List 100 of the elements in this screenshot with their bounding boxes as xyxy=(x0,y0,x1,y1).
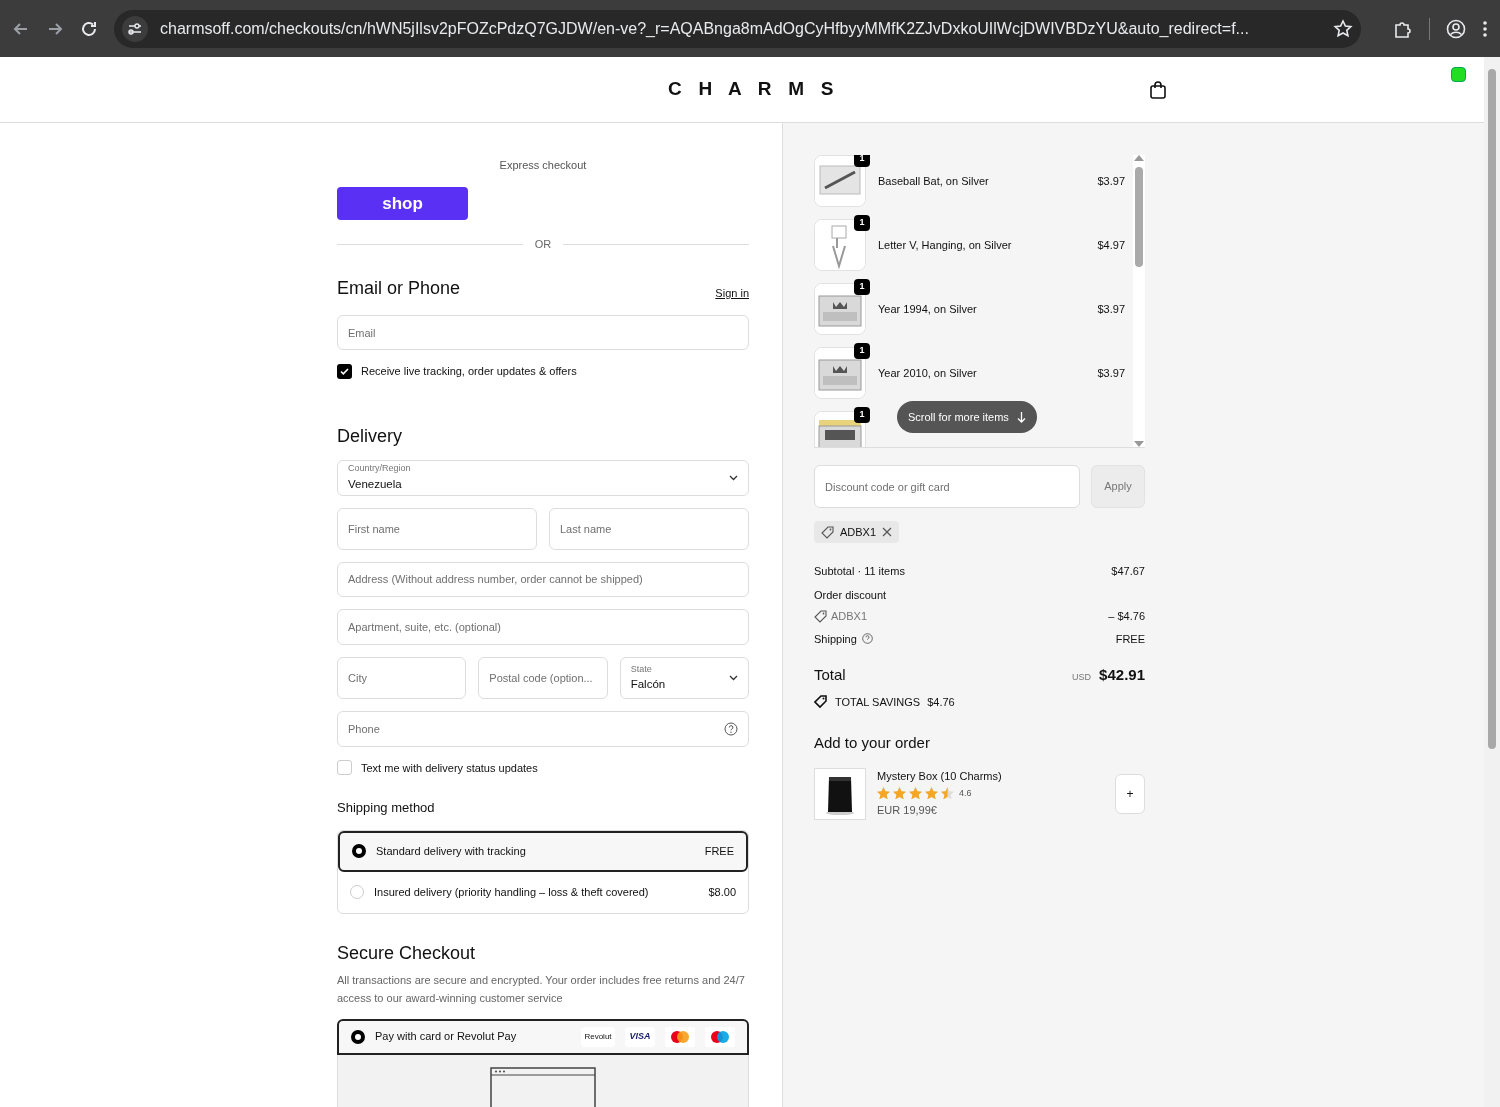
star-icon xyxy=(925,787,938,800)
tag-icon xyxy=(814,609,827,623)
text-field[interactable]: Address (Without address number, order cannot be shipped) xyxy=(337,561,749,598)
option-price: $8.00 xyxy=(708,884,736,900)
section-title: Secure Checkout xyxy=(337,941,477,965)
scroll-thumb[interactable] xyxy=(1488,69,1496,749)
sign-in-link[interactable]: Sign in xyxy=(715,285,749,302)
section-title: Delivery xyxy=(337,424,403,448)
checkmark-icon xyxy=(340,367,349,377)
field-label: State xyxy=(630,662,653,676)
select-field[interactable]: Country/Region Venezuela xyxy=(337,459,749,496)
apply-button[interactable]: Apply xyxy=(1091,465,1145,508)
option-label: Standard delivery with tracking xyxy=(376,843,527,859)
summary-value: FREE xyxy=(1115,631,1145,647)
address-bar[interactable]: charmsoff.com/checkouts/cn/hWN5jIlsv2pFOZcPdzQ7GJDW/en-ve?_r=AQABnga8mAdOgCyHfbyyMMfK2ZJvDxkoUIlWcjDWIVBDzYU&auto_redirect=f... xyxy=(114,9,1361,48)
text-field[interactable]: Last name xyxy=(549,507,749,550)
summary-label: Total xyxy=(814,665,846,685)
savings-label: TOTAL SAVINGS xyxy=(835,694,921,710)
select-field[interactable]: State Falcón xyxy=(619,656,749,699)
chevron-down-icon xyxy=(729,674,738,681)
help-icon xyxy=(724,721,738,736)
item-name: Year 1994, on Silver xyxy=(878,301,978,317)
site-info-icon xyxy=(122,15,148,42)
star-icon xyxy=(941,787,954,800)
tag-icon xyxy=(821,525,834,539)
scroll-thumb[interactable] xyxy=(1135,167,1143,267)
card-logo-icon xyxy=(665,1026,695,1047)
star-icon xyxy=(877,787,890,800)
text-field[interactable]: Phone xyxy=(337,710,749,747)
scrollbar[interactable] xyxy=(1133,155,1145,447)
scrollbar[interactable] xyxy=(1484,57,1500,1107)
profile-icon[interactable] xyxy=(1446,18,1466,39)
summary-label: Subtotal · 11 items xyxy=(814,564,905,579)
item-price: $3.97 xyxy=(1097,365,1125,381)
chevron-down-icon xyxy=(729,474,738,481)
arrow-down-icon xyxy=(1016,411,1026,423)
savings-value: $4.76 xyxy=(927,694,955,710)
item-name: Letter V, Hanging, on Silver xyxy=(878,237,1013,253)
shopping-bag-icon[interactable] xyxy=(1149,79,1168,100)
scroll-down-icon[interactable] xyxy=(1134,441,1144,447)
item-price: $4.97 xyxy=(1097,237,1125,253)
scroll-hint-button[interactable]: Scroll for more items xyxy=(897,401,1037,433)
divider-label: OR xyxy=(534,237,552,253)
checkbox[interactable] xyxy=(337,364,352,380)
text-field[interactable]: Postal code (option... xyxy=(478,656,608,699)
text-field[interactable]: First name xyxy=(337,507,537,550)
card-logo-icon xyxy=(705,1026,735,1047)
close-icon[interactable] xyxy=(882,527,893,537)
quantity-badge: 1 xyxy=(854,407,870,423)
card-logo: VISA xyxy=(625,1026,655,1047)
radio-button[interactable] xyxy=(351,1029,365,1044)
summary-value: $47.67 xyxy=(1111,564,1145,579)
product-name: Mystery Box (10 Charms) xyxy=(877,769,1003,785)
quantity-badge: 1 xyxy=(854,215,870,231)
quantity-badge: 1 xyxy=(854,155,870,167)
item-name: Year 2010, on Silver xyxy=(878,365,978,381)
text-field[interactable]: Apartment, suite, etc. (optional) xyxy=(337,609,749,645)
section-title: Shipping method xyxy=(337,799,436,818)
tag-icon xyxy=(814,694,828,709)
rating-value: 4.6 xyxy=(959,786,972,800)
scroll-up-icon[interactable] xyxy=(1134,155,1144,161)
checkbox-label: Receive live tracking, order updates & offers xyxy=(361,364,577,380)
currency-label: USD xyxy=(1072,671,1092,684)
option-price: FREE xyxy=(704,843,734,859)
add-button[interactable]: + xyxy=(1115,773,1145,814)
payment-option[interactable]: Pay with card or Revolut Pay Revolut VISA xyxy=(337,1018,749,1055)
logo[interactable]: C H A R M S xyxy=(668,75,840,104)
star-icon xyxy=(893,787,906,800)
field-label: Country/Region xyxy=(348,462,411,476)
checkbox-label: Text me with delivery status updates xyxy=(361,760,538,776)
menu-icon[interactable] xyxy=(1482,19,1488,38)
discount-field[interactable]: Discount code or gift card xyxy=(814,465,1080,508)
option-label: Pay with card or Revolut Pay xyxy=(375,1029,518,1045)
star-icon xyxy=(909,787,922,800)
checkbox[interactable] xyxy=(337,760,352,776)
discount-code: ADBX1 xyxy=(831,609,868,624)
total-value: $42.91 xyxy=(1099,665,1145,685)
product-price: EUR 19,99€ xyxy=(877,803,938,819)
shipping-option[interactable]: Standard delivery with tracking FREE xyxy=(338,830,748,872)
shipping-option[interactable]: Insured delivery (priority handling – loss & theft covered) $8.00 xyxy=(338,871,748,913)
browser-window-icon xyxy=(490,1066,596,1107)
quantity-badge: 1 xyxy=(854,279,870,295)
field-value: Venezuela xyxy=(348,476,403,492)
text-field[interactable]: Email xyxy=(337,314,749,351)
help-icon xyxy=(861,633,873,645)
option-label: Insured delivery (priority handling – loss & theft covered) xyxy=(374,884,650,900)
discount-tag[interactable]: ADBX1 xyxy=(814,521,900,543)
url-text: charmsoff.com/checkouts/cn/hWN5jIlsv2pFOZcPdzQ7GJDW/en-ve?_r=AQABnga8mAdOgCyHfbyyMMfK2ZJvDxkoUIlWcjDWIVBDzYU&auto_redirect=f... xyxy=(160,18,1250,39)
summary-label: Order discount xyxy=(814,587,887,603)
reload-icon[interactable] xyxy=(80,19,98,38)
star-icon[interactable] xyxy=(1333,18,1353,39)
item-name: Baseball Bat, on Silver xyxy=(878,173,990,189)
shop-pay-button[interactable]: shop xyxy=(337,186,468,221)
placeholder-text: Phone xyxy=(348,721,380,737)
text-field[interactable]: City xyxy=(337,656,467,699)
item-price: $3.97 xyxy=(1097,301,1125,317)
security-note: All transactions are secure and encrypted. Your order includes free returns and 24/7 access to our award-winning customer service xyxy=(337,972,746,1006)
section-label: Express checkout xyxy=(498,158,588,173)
summary-label: Shipping xyxy=(814,631,857,647)
radio-button[interactable] xyxy=(352,844,366,859)
